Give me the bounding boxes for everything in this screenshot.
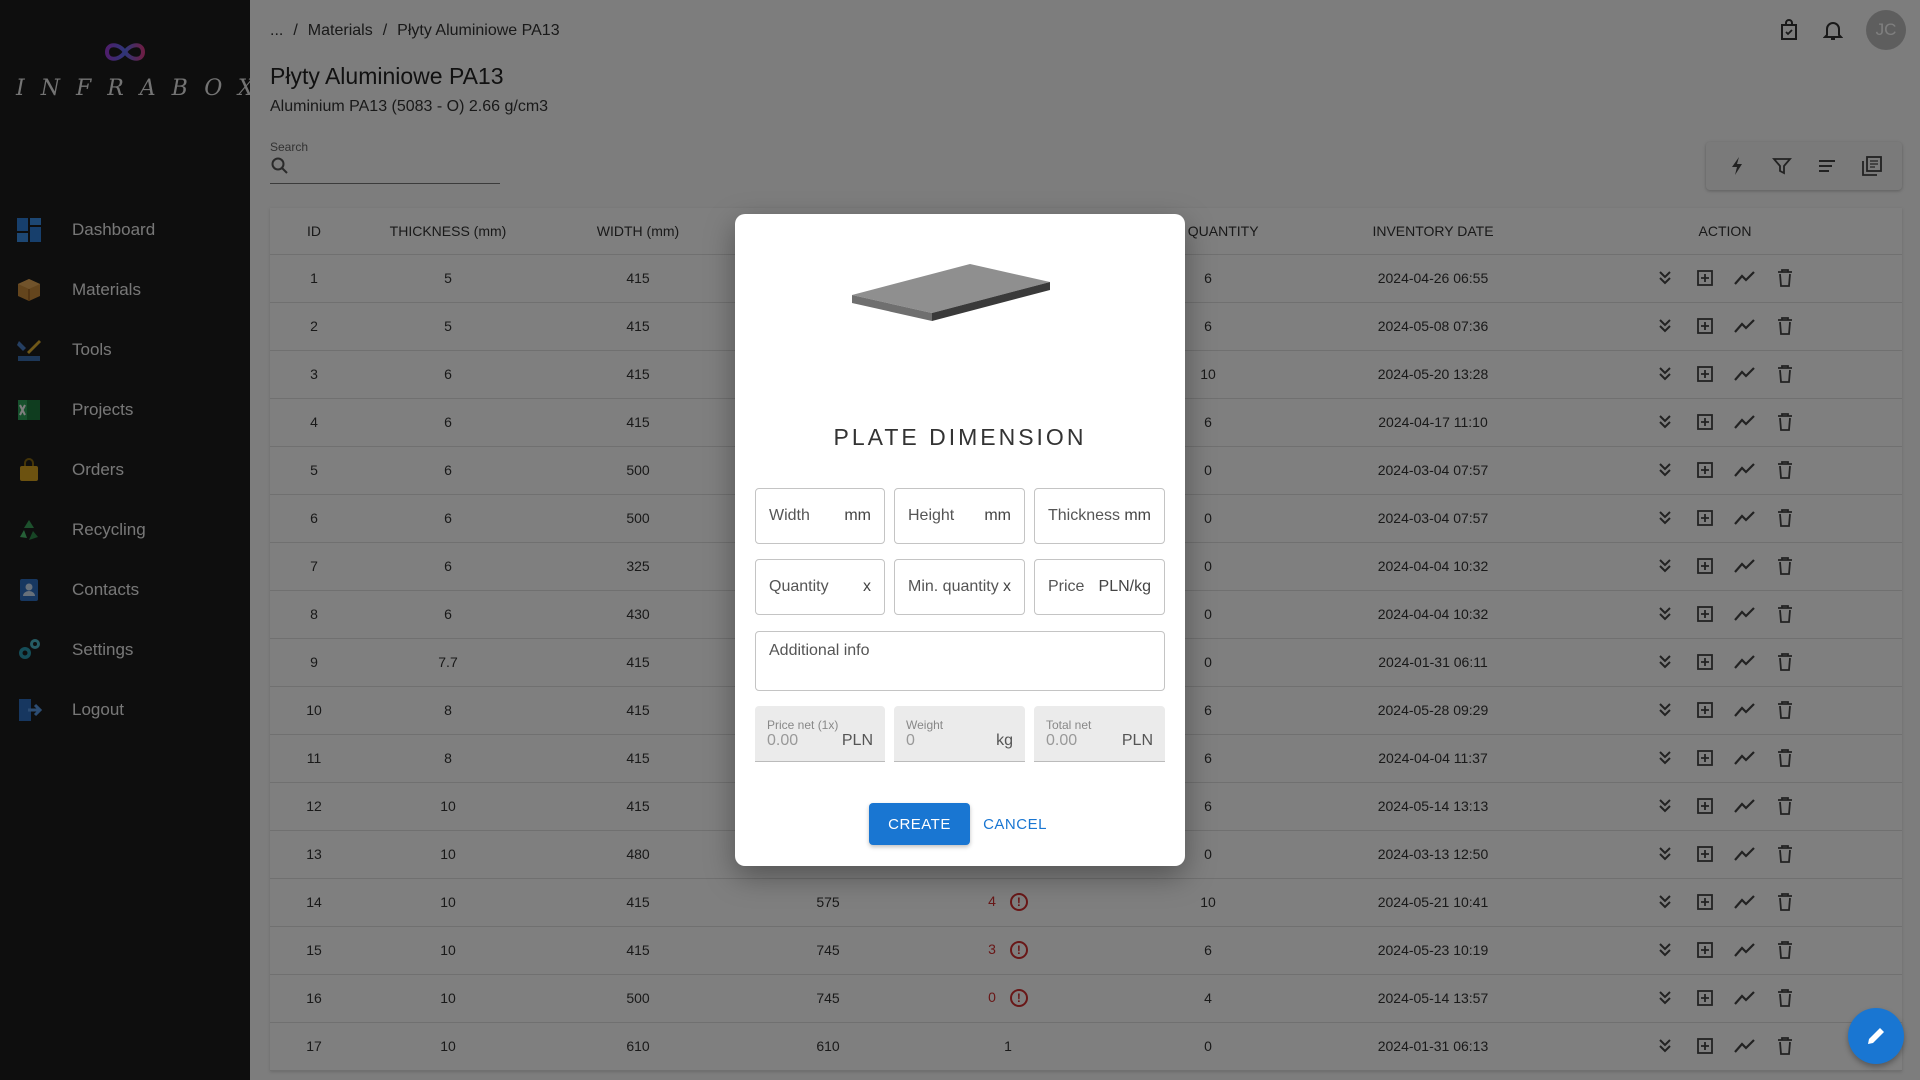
min-quantity-field[interactable]: Min. quantity x <box>894 559 1025 615</box>
plate-dimension-dialog: PLATE DIMENSION Width mm Height mm Thick… <box>735 214 1185 866</box>
height-unit: mm <box>984 507 1011 524</box>
edit-fab-button[interactable] <box>1848 1008 1904 1064</box>
total-net-field: Total net 0.00 PLN <box>1034 706 1165 762</box>
total-net-value: 0.00 <box>1046 731 1078 749</box>
price-net-label: Price net (1x) <box>767 717 839 732</box>
min-quantity-unit: x <box>1003 578 1011 595</box>
quantity-label: Quantity <box>769 578 829 595</box>
price-label: Price <box>1048 578 1085 595</box>
price-net-field: Price net (1x) 0.00 PLN <box>755 706 885 762</box>
thickness-unit: mm <box>1124 507 1151 524</box>
thickness-label: Thickness <box>1048 507 1121 524</box>
pencil-icon <box>1868 1028 1884 1044</box>
height-label: Height <box>908 507 955 524</box>
width-label: Width <box>769 507 810 524</box>
additional-info-label: Additional info <box>769 642 870 659</box>
quantity-field[interactable]: Quantity x <box>755 559 885 615</box>
height-field[interactable]: Height mm <box>894 488 1025 544</box>
width-unit: mm <box>844 507 871 524</box>
price-unit: PLN/kg <box>1098 578 1151 595</box>
quantity-unit: x <box>863 578 871 595</box>
plate-illustration <box>852 264 1050 321</box>
width-field[interactable]: Width mm <box>755 488 885 544</box>
weight-field: Weight 0 kg <box>894 706 1025 762</box>
weight-value: 0 <box>906 731 915 749</box>
weight-label: Weight <box>906 717 944 732</box>
price-net-unit: PLN <box>841 731 873 749</box>
thickness-field[interactable]: Thickness mm <box>1034 488 1165 544</box>
dialog-title: PLATE DIMENSION <box>833 424 1087 450</box>
total-net-label: Total net <box>1046 717 1092 732</box>
create-button[interactable]: CREATE <box>869 803 970 845</box>
cancel-button[interactable]: CANCEL <box>980 803 1050 845</box>
total-net-unit: PLN <box>1121 731 1153 749</box>
weight-unit: kg <box>996 731 1013 749</box>
additional-info-field[interactable]: Additional info <box>755 631 1165 691</box>
min-quantity-label: Min. quantity <box>908 578 999 595</box>
price-net-value: 0.00 <box>767 731 799 749</box>
price-field[interactable]: Price PLN/kg <box>1034 559 1165 615</box>
